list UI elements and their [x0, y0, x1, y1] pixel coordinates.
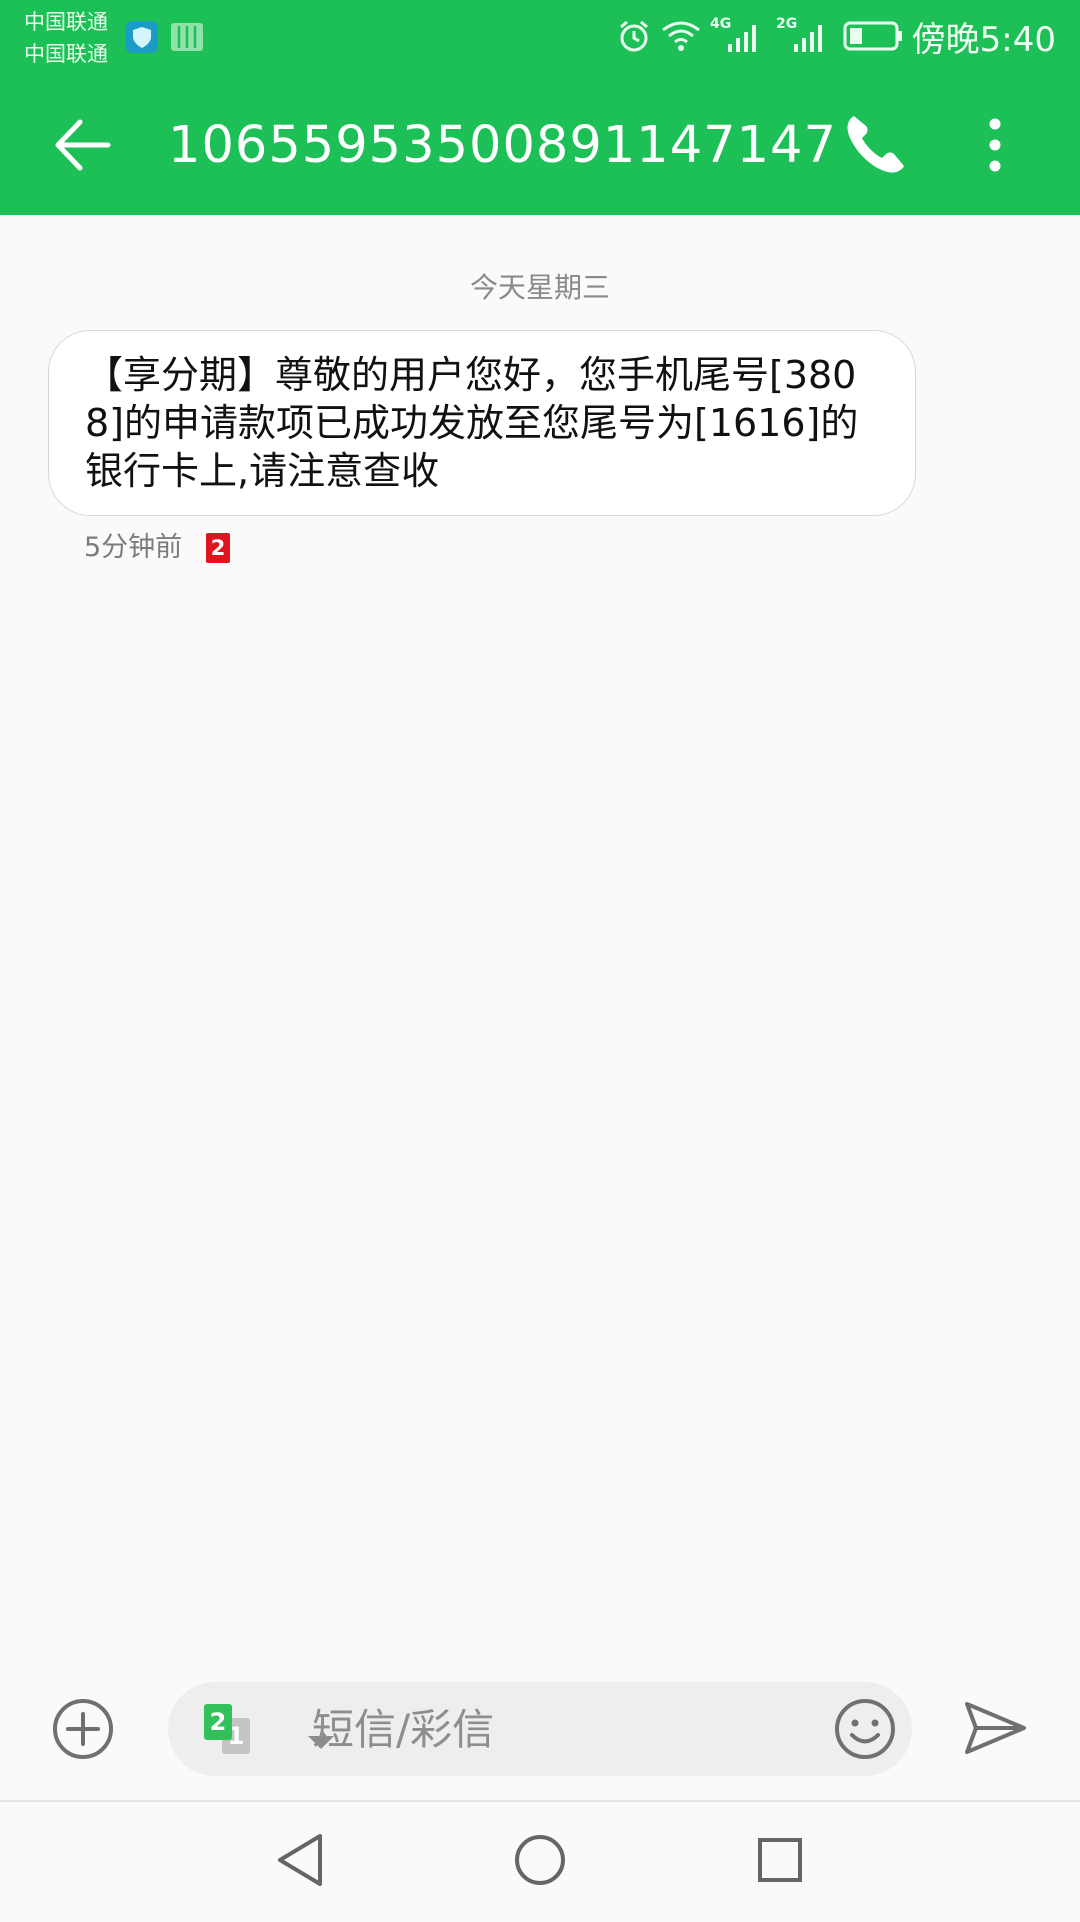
carrier-2: 中国联通 — [24, 42, 108, 66]
more-vert-icon[interactable] — [975, 110, 1015, 180]
reader-app-icon — [171, 23, 203, 51]
conversation-title: 10655953500891147147 — [168, 116, 837, 175]
phone-icon[interactable] — [840, 110, 910, 180]
nav-recents-icon[interactable] — [750, 1828, 810, 1892]
signal-2g-icon: 2G — [776, 16, 830, 54]
message-input[interactable] — [312, 1696, 672, 1762]
add-circle-icon[interactable] — [50, 1696, 116, 1762]
back-arrow-icon[interactable] — [50, 110, 120, 180]
carrier-info: 中国联通 中国联通 — [24, 6, 108, 70]
message-bubble[interactable]: 【享分期】尊敬的用户您好，您手机尾号[3808]的申请款项已成功发放至您尾号为[… — [48, 330, 916, 516]
wifi-icon — [662, 21, 700, 51]
send-icon[interactable] — [962, 1698, 1028, 1758]
top-bar: 中国联通 中国联通 4G 2G 傍晚5:40 10655953500891147… — [0, 0, 1080, 215]
status-time: 傍晚5:40 — [911, 20, 1056, 60]
battery-icon — [843, 21, 902, 51]
navigation-bar — [0, 1800, 1080, 1922]
message-text: 【享分期】尊敬的用户您好，您手机尾号[3808]的申请款项已成功发放至您尾号为[… — [85, 353, 859, 493]
date-header: 今天星期三 — [469, 271, 610, 304]
shield-app-icon — [126, 21, 158, 53]
message-meta: 5分钟前 2 — [84, 530, 230, 566]
carrier-1: 中国联通 — [24, 10, 108, 34]
nav-home-icon[interactable] — [510, 1828, 570, 1892]
emoji-icon[interactable] — [832, 1696, 898, 1762]
alarm-icon — [620, 20, 648, 52]
signal-4g-icon: 4G — [710, 16, 764, 54]
sim-primary: 2 — [204, 1704, 232, 1740]
sim-badge: 2 — [206, 533, 230, 563]
composer: 2 1 — [168, 1682, 912, 1776]
sim-select-icon[interactable]: 2 1 — [204, 1704, 334, 1756]
nav-back-icon[interactable] — [272, 1828, 332, 1892]
message-time: 5分钟前 — [84, 532, 183, 563]
